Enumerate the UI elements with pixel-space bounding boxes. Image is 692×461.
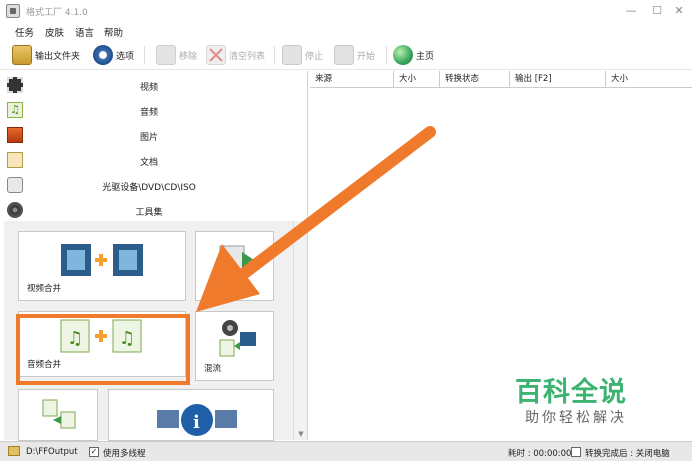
scroll-up-icon[interactable]: ▲ bbox=[294, 221, 308, 233]
output-folder-label: 输出文件夹 bbox=[35, 51, 81, 62]
category-optical[interactable]: 光驱设备\DVD\CD\ISO bbox=[4, 173, 294, 198]
watermark-title: 百科全说 bbox=[515, 377, 627, 408]
column-output[interactable]: 输出 [F2] bbox=[510, 71, 606, 88]
home-label: 主页 bbox=[416, 51, 435, 62]
options-label: 选项 bbox=[116, 51, 135, 62]
play-icon bbox=[334, 45, 354, 65]
multithread-checkbox[interactable]: ✓ bbox=[89, 447, 99, 457]
tools-scrollbar[interactable]: ▲ ▼ bbox=[293, 221, 307, 440]
column-source[interactable]: 来源 bbox=[310, 71, 394, 88]
stop-label: 停止 bbox=[305, 51, 324, 62]
window-title: 格式工厂 4.1.0 bbox=[26, 8, 88, 18]
info-icon: i bbox=[157, 404, 237, 436]
clear-list-label: 清空列表 bbox=[229, 51, 266, 62]
gear-icon bbox=[93, 45, 113, 65]
column-status[interactable]: 转换状态 bbox=[440, 71, 510, 88]
column-size[interactable]: 大小 bbox=[394, 71, 440, 88]
remove-icon bbox=[156, 45, 176, 65]
toolbar: 输出文件夹 选项 移除 清空列表 停止 开始 主页 bbox=[0, 40, 692, 70]
remove-button[interactable]: 移除 bbox=[156, 44, 197, 66]
mux-icon bbox=[219, 320, 256, 357]
maximize-button[interactable]: ☐ bbox=[645, 3, 669, 19]
toolbar-separator bbox=[386, 46, 387, 64]
category-audio[interactable]: ♫ 音频 bbox=[4, 98, 294, 123]
toolbar-separator bbox=[144, 46, 145, 64]
category-video[interactable]: 视频 bbox=[4, 73, 294, 98]
clear-list-button[interactable]: 清空列表 bbox=[206, 44, 265, 66]
clear-icon bbox=[206, 45, 226, 65]
category-document-label: 文档 bbox=[139, 158, 158, 168]
category-optical-label: 光驱设备\DVD\CD\ISO bbox=[102, 183, 196, 193]
watermark-subtitle: 助你轻松解决 bbox=[525, 410, 627, 426]
output-folder-button[interactable]: 输出文件夹 bbox=[12, 44, 80, 66]
category-video-label: 视频 bbox=[139, 83, 158, 93]
video-merge-tile[interactable]: 视频合并 bbox=[18, 231, 186, 301]
remove-label: 移除 bbox=[179, 51, 198, 62]
start-button[interactable]: 开始 bbox=[334, 44, 375, 66]
svg-text:i: i bbox=[193, 412, 200, 433]
mux-tile[interactable]: 混流 bbox=[195, 311, 274, 381]
category-image-label: 图片 bbox=[139, 133, 158, 143]
category-tools-label: 工具集 bbox=[135, 208, 163, 218]
audio-split-tile[interactable] bbox=[18, 389, 98, 441]
menu-bar: 任务 皮肤 语言 帮助 bbox=[0, 22, 692, 40]
stop-icon bbox=[282, 45, 302, 65]
app-icon bbox=[6, 4, 20, 18]
globe-icon bbox=[393, 45, 413, 65]
start-label: 开始 bbox=[357, 51, 376, 62]
title-bar: 格式工厂 4.1.0 — ☐ ✕ bbox=[0, 0, 692, 22]
scroll-down-icon[interactable]: ▼ bbox=[294, 428, 308, 440]
after-done-label: 转换完成后 : 关闭电脑 bbox=[585, 449, 670, 459]
output-path[interactable]: D:\FFOutput bbox=[26, 447, 78, 457]
menu-skin[interactable]: 皮肤 bbox=[45, 25, 64, 39]
elapsed-time: 耗时 : 00:00:00 bbox=[508, 449, 572, 459]
folder-icon bbox=[12, 45, 32, 65]
after-done-checkbox[interactable] bbox=[571, 447, 581, 457]
category-tools[interactable]: 工具集 bbox=[4, 198, 294, 223]
mux-label: 混流 bbox=[204, 364, 222, 374]
highlight-box bbox=[16, 314, 190, 385]
task-list: 来源 大小 转换状态 输出 [F2] 大小 bbox=[310, 71, 692, 440]
category-image[interactable]: 图片 bbox=[4, 123, 294, 148]
home-button[interactable]: 主页 bbox=[393, 44, 434, 66]
folder-icon[interactable] bbox=[8, 446, 20, 456]
document-convert-icon: B bbox=[219, 245, 254, 277]
category-document[interactable]: 文档 bbox=[4, 148, 294, 173]
multithread-label: 使用多线程 bbox=[103, 449, 146, 459]
svg-text:B: B bbox=[226, 255, 234, 269]
audio-convert-icon bbox=[42, 399, 76, 429]
menu-task[interactable]: 任务 bbox=[15, 25, 34, 39]
video-merge-icon bbox=[61, 244, 143, 276]
minimize-button[interactable]: — bbox=[619, 3, 643, 19]
column-output-size[interactable]: 大小 bbox=[606, 71, 692, 88]
video-merge-label: 视频合并 bbox=[27, 284, 62, 294]
media-info-tile[interactable]: i bbox=[108, 389, 274, 441]
multiplex-doc-tile[interactable]: B bbox=[195, 231, 274, 301]
toolbar-separator bbox=[274, 46, 275, 64]
status-bar: D:\FFOutput ✓ 使用多线程 耗时 : 00:00:00 转换完成后 … bbox=[0, 441, 692, 461]
options-button[interactable]: 选项 bbox=[93, 44, 134, 66]
category-audio-label: 音频 bbox=[139, 108, 158, 118]
stop-button[interactable]: 停止 bbox=[282, 44, 323, 66]
menu-language[interactable]: 语言 bbox=[75, 25, 94, 39]
close-button[interactable]: ✕ bbox=[667, 3, 691, 19]
menu-help[interactable]: 帮助 bbox=[104, 25, 123, 39]
